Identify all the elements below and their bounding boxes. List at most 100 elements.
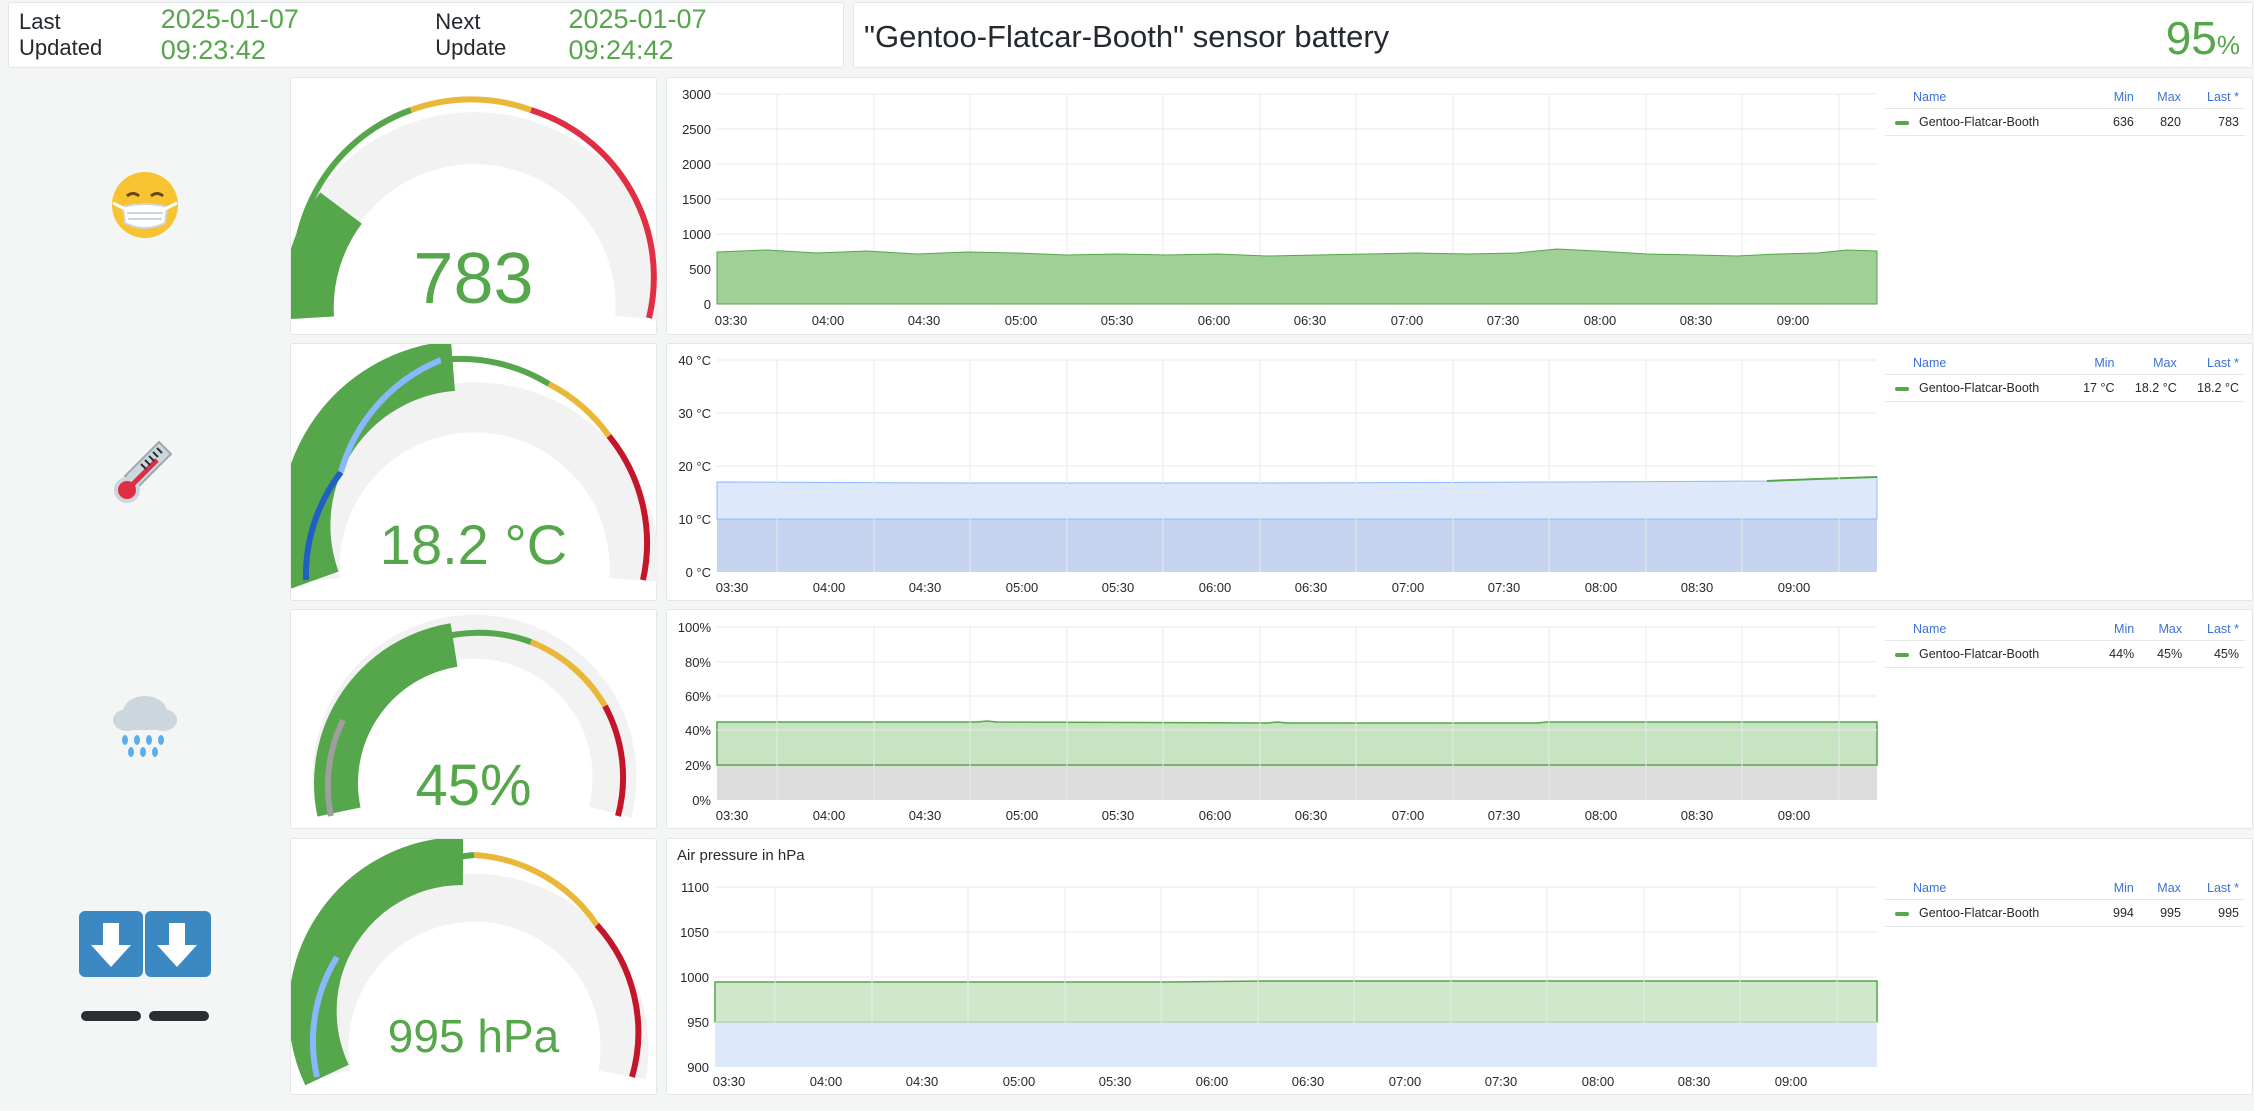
thermometer-icon — [40, 342, 250, 602]
co2-gauge-panel: 783 — [290, 77, 658, 335]
co2-series-area — [716, 248, 1878, 305]
svg-text:20 °C: 20 °C — [678, 459, 711, 474]
temperature-gauge-value: 18.2 °C — [379, 513, 568, 576]
svg-text:100%: 100% — [678, 620, 712, 635]
svg-text:09:00: 09:00 — [1778, 808, 1811, 823]
svg-text:08:00: 08:00 — [1584, 313, 1617, 328]
svg-text:10 °C: 10 °C — [678, 512, 711, 527]
svg-text:1500: 1500 — [682, 192, 711, 207]
svg-text:0: 0 — [704, 297, 711, 312]
svg-text:80%: 80% — [685, 655, 711, 670]
svg-text:06:30: 06:30 — [1295, 808, 1328, 823]
svg-text:09:00: 09:00 — [1775, 1074, 1808, 1089]
svg-text:06:30: 06:30 — [1292, 1074, 1325, 1089]
co2-chart-panel: 3000 2500 2000 1500 1000 500 0 03:30 04:00 04:3… — [666, 77, 2253, 335]
svg-text:1100: 1100 — [681, 880, 709, 895]
svg-text:05:00: 05:00 — [1006, 808, 1039, 823]
svg-text:04:00: 04:00 — [810, 1074, 843, 1089]
svg-text:04:30: 04:30 — [908, 313, 941, 328]
battery-value: 95% — [2165, 12, 2240, 64]
svg-text:1050: 1050 — [680, 925, 709, 940]
humidity-gauge-value: 45% — [415, 753, 532, 818]
svg-text:04:30: 04:30 — [909, 808, 942, 823]
update-status-panel: Last Updated 2025-01-07 09:23:42 Next Up… — [8, 2, 844, 68]
battery-title: "Gentoo-Flatcar-Booth" sensor battery — [864, 19, 1390, 54]
humidity-series-area — [716, 720, 1878, 766]
svg-text:05:30: 05:30 — [1099, 1074, 1132, 1089]
svg-text:07:00: 07:00 — [1392, 808, 1425, 823]
next-update-label: Next Update — [435, 9, 507, 60]
svg-text:2000: 2000 — [682, 157, 711, 172]
svg-text:04:30: 04:30 — [906, 1074, 939, 1089]
svg-text:30 °C: 30 °C — [678, 406, 711, 421]
svg-text:08:00: 08:00 — [1585, 580, 1618, 595]
svg-text:40 °C: 40 °C — [678, 353, 711, 368]
svg-text:05:00: 05:00 — [1003, 1074, 1036, 1089]
svg-text:04:00: 04:00 — [813, 808, 846, 823]
svg-text:04:00: 04:00 — [812, 313, 845, 328]
svg-text:20%: 20% — [685, 758, 711, 773]
svg-text:05:00: 05:00 — [1005, 313, 1038, 328]
co2-legend: Name Min Max Last * Gentoo-Flatcar-Booth 636… — [1885, 86, 2245, 136]
svg-text:07:30: 07:30 — [1485, 1074, 1518, 1089]
svg-text:04:30: 04:30 — [909, 580, 942, 595]
svg-text:07:30: 07:30 — [1487, 313, 1520, 328]
temperature-legend: Name Min Max Last * Gentoo-Flatcar-Booth 17 … — [1885, 352, 2245, 402]
svg-text:03:30: 03:30 — [716, 808, 749, 823]
svg-text:06:00: 06:00 — [1196, 1074, 1229, 1089]
temperature-gauge-panel: 18.2 °C — [290, 343, 658, 601]
next-update-value: 2025-01-07 09:24:42 — [568, 4, 707, 65]
svg-text:950: 950 — [687, 1015, 709, 1030]
svg-text:05:30: 05:30 — [1101, 313, 1134, 328]
svg-text:07:30: 07:30 — [1488, 808, 1521, 823]
svg-text:60%: 60% — [685, 689, 711, 704]
humidity-chart-panel: 100% 80% 60% 40% 20% 0% 03:30 04:00 04:30 05:0… — [666, 609, 2253, 829]
svg-text:08:30: 08:30 — [1680, 313, 1713, 328]
svg-text:07:30: 07:30 — [1488, 580, 1521, 595]
svg-text:05:00: 05:00 — [1006, 580, 1039, 595]
svg-text:09:00: 09:00 — [1778, 580, 1811, 595]
svg-text:2500: 2500 — [682, 122, 711, 137]
last-updated-value: 2025-01-07 09:23:42 — [160, 4, 299, 65]
svg-text:06:00: 06:00 — [1199, 808, 1232, 823]
humidity-legend: Name Min Max Last * Gentoo-Flatcar-Booth 44%… — [1885, 618, 2245, 668]
svg-text:07:00: 07:00 — [1391, 313, 1424, 328]
svg-text:06:00: 06:00 — [1199, 580, 1232, 595]
temperature-chart-panel: 40 °C 30 °C 20 °C 10 °C 0 °C 03:30 04:00 04:3… — [666, 343, 2253, 601]
legend-series-row[interactable]: Gentoo-Flatcar-Booth 44% 45% 45% — [1885, 640, 2245, 668]
battery-panel: "Gentoo-Flatcar-Booth" sensor battery 95… — [853, 2, 2253, 68]
svg-text:07:00: 07:00 — [1389, 1074, 1422, 1089]
svg-text:09:00: 09:00 — [1777, 313, 1810, 328]
svg-text:08:30: 08:30 — [1681, 580, 1714, 595]
last-updated-label: Last Updated — [19, 9, 103, 60]
svg-text:06:30: 06:30 — [1295, 580, 1328, 595]
svg-text:08:00: 08:00 — [1582, 1074, 1615, 1089]
co2-gauge-value: 783 — [413, 239, 534, 319]
svg-text:900: 900 — [687, 1060, 709, 1075]
pressure-arrows-icon — [40, 836, 250, 1106]
pressure-gauge-value: 995 hPa — [387, 1010, 560, 1062]
svg-text:07:00: 07:00 — [1392, 580, 1425, 595]
svg-text:06:30: 06:30 — [1294, 313, 1327, 328]
svg-text:06:00: 06:00 — [1198, 313, 1231, 328]
svg-text:40%: 40% — [685, 723, 711, 738]
svg-text:1000: 1000 — [680, 970, 709, 985]
pressure-chart-panel: Air pressure in hPa 1100 1050 1000 950 900 … — [666, 838, 2253, 1095]
svg-text:1000: 1000 — [682, 227, 711, 242]
svg-text:08:30: 08:30 — [1681, 808, 1714, 823]
temperature-series-area — [716, 476, 1878, 520]
legend-series-row[interactable]: Gentoo-Flatcar-Booth 994 995 995 — [1885, 899, 2245, 927]
legend-series-row[interactable]: Gentoo-Flatcar-Booth 636 820 783 — [1885, 108, 2245, 136]
svg-text:3000: 3000 — [682, 87, 711, 102]
svg-text:03:30: 03:30 — [715, 313, 748, 328]
legend-series-row[interactable]: Gentoo-Flatcar-Booth 17 °C 18.2 °C 18.2 °C — [1885, 374, 2245, 402]
pressure-gauge-panel: 995 hPa — [290, 838, 657, 1095]
cloud-with-rain-icon — [40, 608, 250, 836]
svg-text:05:30: 05:30 — [1102, 580, 1135, 595]
pressure-legend: Name Min Max Last * Gentoo-Flatcar-Booth 994… — [1885, 877, 2245, 927]
svg-text:05:30: 05:30 — [1102, 808, 1135, 823]
humidity-gauge-panel: 45% — [290, 609, 657, 829]
svg-text:0%: 0% — [692, 793, 711, 808]
svg-text:03:30: 03:30 — [713, 1074, 746, 1089]
pressure-series-area — [714, 980, 1878, 1023]
